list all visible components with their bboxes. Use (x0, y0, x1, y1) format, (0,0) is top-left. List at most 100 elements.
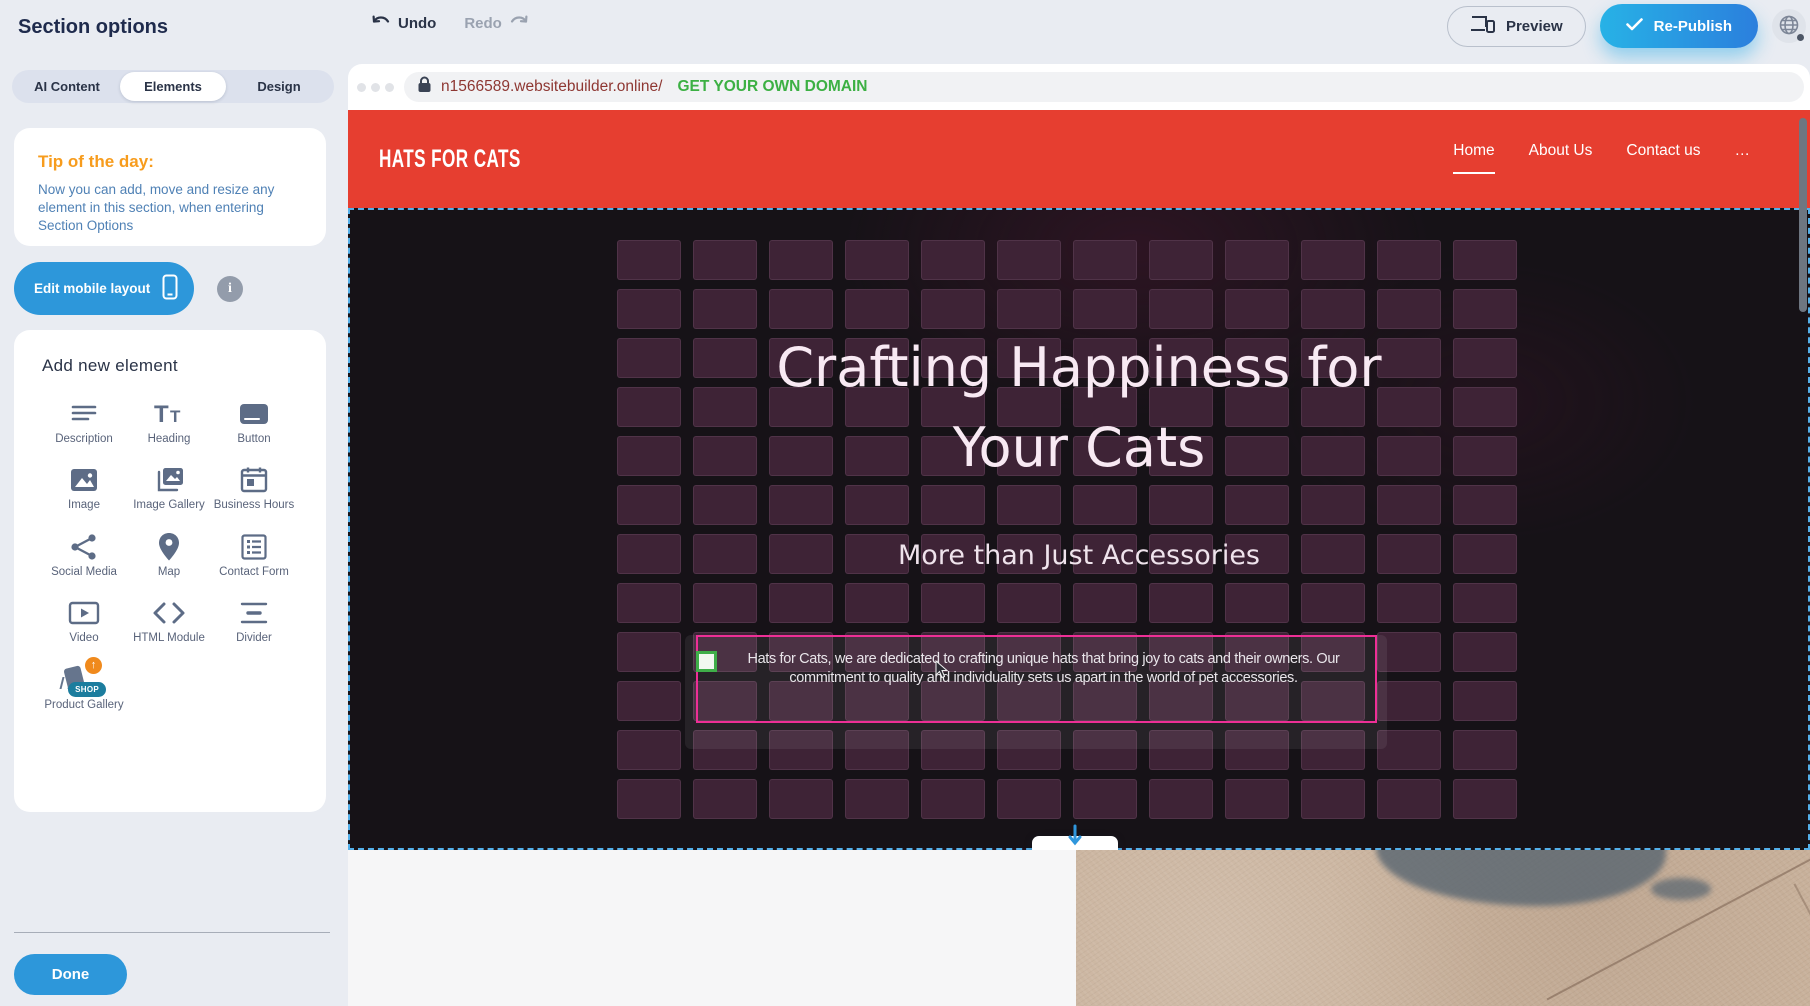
tile (769, 583, 833, 623)
address-bar[interactable]: n1566589.websitebuilder.online/ GET YOUR… (404, 72, 1804, 102)
tile (845, 240, 909, 280)
element-drag-handle[interactable] (696, 651, 717, 672)
selected-text-element[interactable]: Hats for Cats, we are dedicated to craft… (696, 635, 1377, 723)
tile (997, 485, 1061, 525)
tile (693, 289, 757, 329)
video-icon (42, 597, 126, 629)
get-domain-link[interactable]: GET YOUR OWN DOMAIN (677, 78, 867, 96)
tile (1453, 289, 1517, 329)
tile (1073, 583, 1137, 623)
element-contact-form[interactable]: Contact Form (212, 531, 296, 579)
tile (617, 289, 681, 329)
element-label: Product Gallery (44, 699, 123, 711)
tile (693, 779, 757, 819)
tile (1301, 583, 1365, 623)
hero-subheading[interactable]: More than Just Accessories (350, 540, 1808, 571)
hero-section-selected[interactable]: Crafting Happiness for Your Cats More th… (348, 208, 1810, 850)
nav-item-contactus[interactable]: Contact us (1626, 142, 1700, 174)
element-label: Map (158, 566, 180, 578)
tile (1301, 779, 1365, 819)
contact-form-icon (212, 531, 296, 563)
tile (693, 485, 757, 525)
tile (1073, 240, 1137, 280)
tile (1453, 387, 1517, 427)
tile (1301, 289, 1365, 329)
element-label: Image (68, 499, 100, 511)
cat-shadow (1376, 850, 1666, 906)
element-label: Description (55, 433, 113, 445)
nav-item-aboutus[interactable]: About Us (1529, 142, 1593, 174)
app: Section options Undo Redo (0, 0, 1810, 1006)
tile (1149, 779, 1213, 819)
tile (769, 485, 833, 525)
tile (1453, 681, 1517, 721)
tile (1453, 240, 1517, 280)
divider-icon (212, 597, 296, 629)
element-map[interactable]: Map (127, 531, 211, 579)
tile (1453, 632, 1517, 672)
tile (617, 730, 681, 770)
element-video[interactable]: Video (42, 597, 126, 645)
sidebar-tabs: AI ContentElementsDesign (12, 70, 334, 103)
site-logo[interactable]: HATS FOR CATS (379, 144, 521, 174)
tile (1225, 240, 1289, 280)
tip-body: Now you can add, move and resize any ele… (38, 181, 304, 236)
map-icon (127, 531, 211, 563)
tile (1225, 583, 1289, 623)
edit-mobile-layout-button[interactable]: Edit mobile layout (14, 262, 194, 315)
page-title: Section options (18, 16, 168, 39)
hero-heading[interactable]: Crafting Happiness for Your Cats (729, 328, 1429, 488)
nav-item-[interactable]: … (1735, 142, 1751, 174)
next-section-image (1076, 850, 1810, 1006)
site-nav: Home About Us Contact us … (1453, 142, 1750, 174)
tile (617, 338, 681, 378)
phone-icon (162, 274, 178, 303)
tile (1377, 485, 1441, 525)
tile (845, 583, 909, 623)
element-button[interactable]: Button (212, 398, 296, 446)
tile (617, 779, 681, 819)
edit-mobile-layout-label: Edit mobile layout (34, 281, 150, 296)
element-image[interactable]: Image (42, 464, 126, 512)
tab-elements[interactable]: Elements (120, 72, 226, 101)
tile (617, 485, 681, 525)
section-options-sidebar: AI ContentElementsDesign Tip of the day:… (0, 56, 348, 1006)
element-product-gallery[interactable]: ↑SHOP Product Gallery (42, 664, 126, 712)
button-icon (212, 398, 296, 430)
tile (617, 436, 681, 476)
product-gallery-icon: ↑SHOP (42, 664, 126, 696)
tab-ai-content[interactable]: AI Content (14, 72, 120, 101)
upgrade-arrow-badge: ↑ (85, 657, 102, 674)
tile (1149, 240, 1213, 280)
add-element-card: Add new element DescriptionTTHeadingButt… (14, 330, 326, 812)
tile (1073, 779, 1137, 819)
tile (1377, 583, 1441, 623)
next-section-preview (348, 850, 1810, 1006)
tile (769, 240, 833, 280)
element-social-media[interactable]: Social Media (42, 531, 126, 579)
tile (845, 289, 909, 329)
tile (921, 779, 985, 819)
canvas-scrollbar[interactable] (1799, 118, 1807, 312)
element-grid: Description TTHeading Button Image Image Gal… (42, 398, 326, 712)
tile (845, 485, 909, 525)
nav-item-home[interactable]: Home (1453, 142, 1494, 174)
element-divider[interactable]: Divider (212, 597, 296, 645)
element-label: HTML Module (133, 632, 205, 644)
tile (693, 240, 757, 280)
element-description[interactable]: Description (42, 398, 126, 446)
element-html-module[interactable]: HTML Module (127, 597, 211, 645)
element-business-hours[interactable]: Business Hours (212, 464, 296, 512)
info-icon[interactable]: i (217, 276, 243, 302)
editor-canvas: n1566589.websitebuilder.online/ GET YOUR… (348, 0, 1810, 1006)
element-heading[interactable]: TTHeading (127, 398, 211, 446)
hero-paragraph[interactable]: Hats for Cats, we are dedicated to craft… (720, 650, 1367, 688)
element-image-gallery[interactable]: Image Gallery (127, 464, 211, 512)
tile (1225, 485, 1289, 525)
tile (921, 289, 985, 329)
tab-design[interactable]: Design (226, 72, 332, 101)
tip-of-the-day-card: Tip of the day: Now you can add, move an… (14, 128, 326, 246)
element-label: Button (237, 433, 270, 445)
done-button[interactable]: Done (14, 954, 127, 995)
cat-shadow-tail (1651, 878, 1711, 900)
